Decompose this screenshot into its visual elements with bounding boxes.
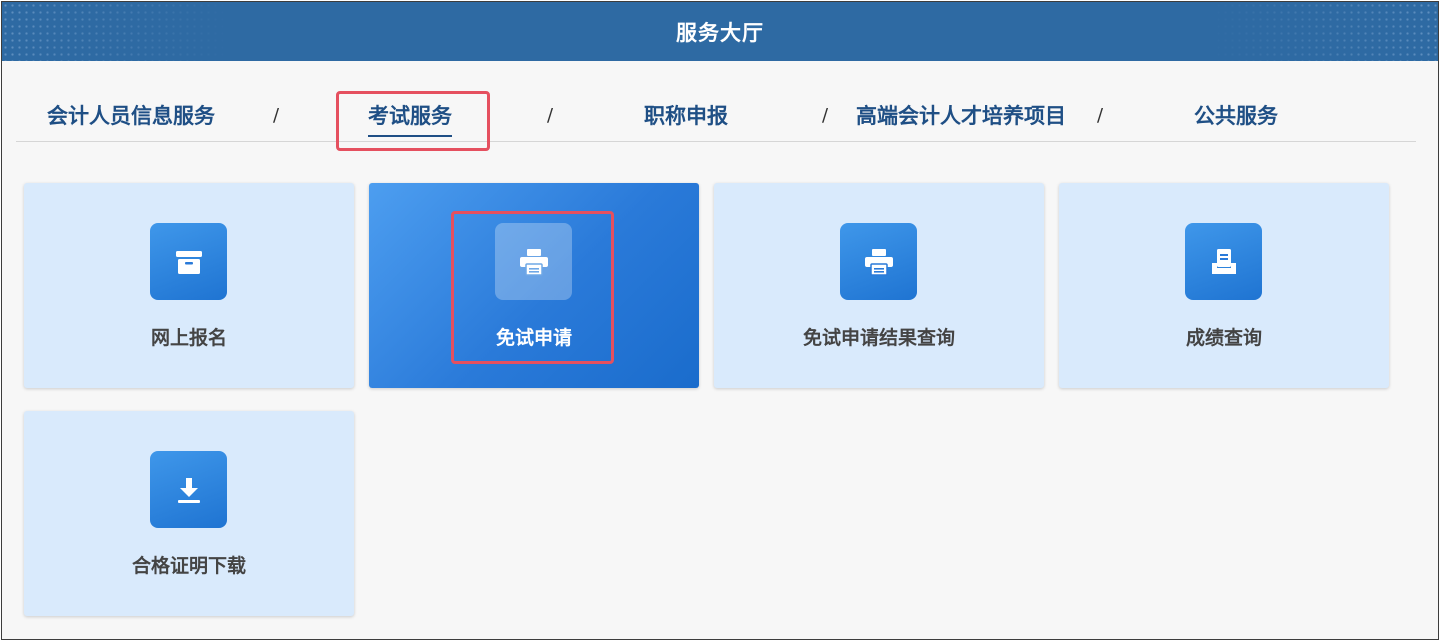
category-nav: 会计人员信息服务 / 考试服务 / 职称申报 / 高端会计人才培养项目 / 公共… xyxy=(16,90,1416,142)
card-online-registration[interactable]: 网上报名 xyxy=(24,183,354,388)
card-label: 免试申请结果查询 xyxy=(802,327,955,349)
card-score-query[interactable]: 成绩查询 xyxy=(1059,183,1389,388)
header-bar: 服务大厅 xyxy=(2,2,1438,61)
card-label: 免试申请 xyxy=(495,327,572,349)
nav-tab-senior-accountant-program[interactable]: 高端会计人才培养项目 xyxy=(856,98,1066,134)
card-label: 合格证明下载 xyxy=(131,555,246,577)
download-icon xyxy=(150,451,227,528)
printer-icon xyxy=(495,223,572,300)
service-hall-window: 服务大厅 会计人员信息服务 / 考试服务 / 职称申报 / 高端会计人才培养项目… xyxy=(1,1,1439,640)
header-decoration-right xyxy=(1208,2,1438,61)
nav-separator: / xyxy=(273,105,280,126)
nav-separator: / xyxy=(1097,105,1104,126)
nav-tab-title-application[interactable]: 职称申报 xyxy=(644,98,728,134)
nav-separator: / xyxy=(822,105,829,126)
nav-separator: / xyxy=(547,105,554,126)
header-decoration-left xyxy=(2,2,232,61)
card-exam-exemption-application[interactable]: 免试申请 xyxy=(369,183,699,388)
card-certificate-download[interactable]: 合格证明下载 xyxy=(24,411,354,616)
nav-tab-public-services[interactable]: 公共服务 xyxy=(1194,98,1278,134)
card-exemption-result-query[interactable]: 免试申请结果查询 xyxy=(714,183,1044,388)
card-label: 成绩查询 xyxy=(1185,327,1262,349)
printer-icon xyxy=(840,223,917,300)
archive-box-icon xyxy=(150,223,227,300)
card-label: 网上报名 xyxy=(150,327,227,349)
nav-tab-exam-services[interactable]: 考试服务 xyxy=(368,98,452,137)
nav-tab-accountant-info[interactable]: 会计人员信息服务 xyxy=(47,98,215,134)
page-title: 服务大厅 xyxy=(676,20,764,45)
document-tray-icon xyxy=(1185,223,1262,300)
